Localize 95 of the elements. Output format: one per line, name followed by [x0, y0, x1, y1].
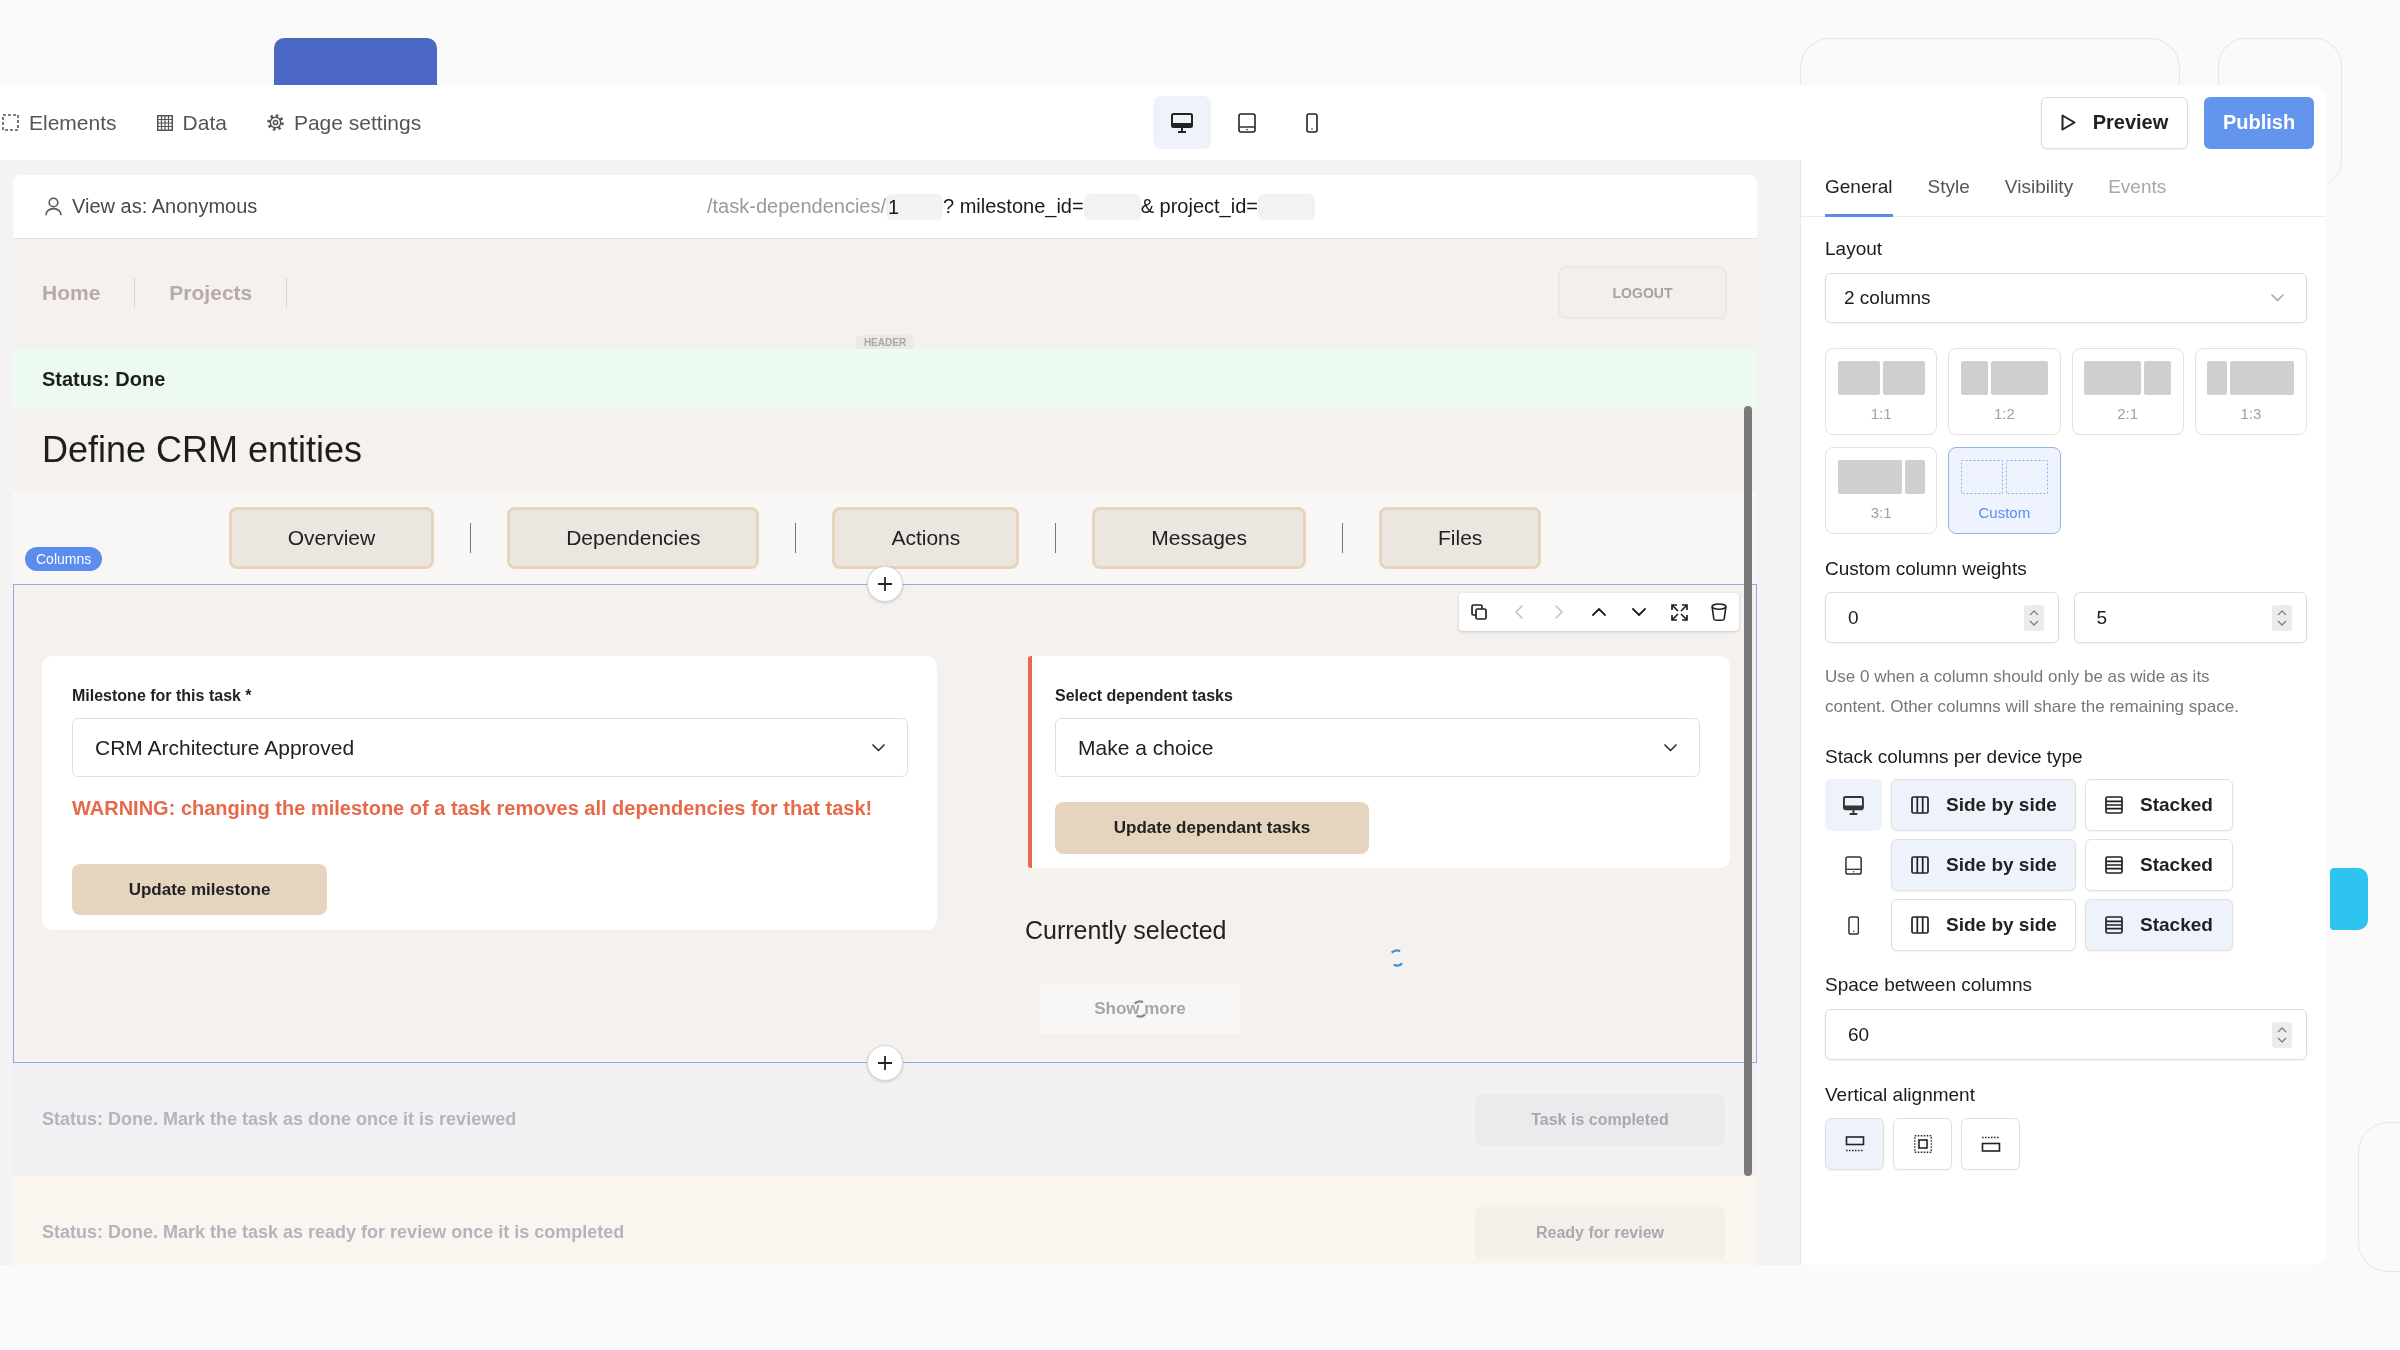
column-blocks-icon — [1837, 460, 1925, 494]
column-blocks-icon — [2084, 361, 2172, 395]
field-label: Select dependent tasks — [1055, 686, 1234, 706]
chevron-down-icon — [1664, 743, 1677, 752]
inspector-tab[interactable]: General — [1825, 160, 1893, 217]
url-param-label: & project_id= — [1140, 195, 1258, 218]
select-field[interactable]: CRM Architecture Approved — [72, 718, 908, 777]
layout-option[interactable]: Stacked — [2085, 779, 2233, 831]
desktop-icon — [1171, 112, 1193, 133]
element-type-badge: Columns — [25, 547, 103, 571]
warning-text: WARNING: changing the milestone of a task removes all dependencies for that task! — [72, 797, 874, 819]
loading-spinner-icon — [1388, 949, 1406, 967]
alignment-option[interactable] — [1825, 1118, 1884, 1170]
field-label: Milestone for this task * — [72, 686, 253, 706]
expand-icon[interactable] — [1670, 603, 1688, 621]
person-icon — [45, 197, 62, 216]
rows-icon — [2105, 796, 2123, 814]
stepper-arrows-icon[interactable] — [2272, 604, 2292, 631]
toolbar-item[interactable]: Data — [156, 110, 227, 135]
layout-option[interactable]: Side by side — [1891, 899, 2076, 951]
update-button[interactable]: Update dependant tasks — [1055, 802, 1369, 854]
layout-option[interactable]: Side by side — [1891, 839, 2076, 891]
section-label: Layout — [1825, 237, 1884, 261]
align-bottom-icon — [1980, 1136, 2001, 1152]
gear-icon — [266, 114, 284, 131]
number-field[interactable]: 5 — [2073, 592, 2307, 643]
section-label: Custom column weights — [1825, 557, 2028, 581]
url-path: /task-dependencies/ — [707, 195, 886, 218]
url-param-label: ? milestone_id= — [943, 195, 1084, 218]
add-button[interactable] — [867, 1045, 903, 1081]
page-tab[interactable]: Files — [1379, 506, 1542, 569]
tablet-icon — [1844, 855, 1863, 875]
toolbar-item[interactable]: Page settings — [266, 110, 422, 135]
section-label: Stack columns per device type — [1825, 745, 2084, 769]
page-tab[interactable]: Actions — [832, 506, 1020, 569]
page-tab[interactable]: Overview — [228, 506, 435, 569]
play-icon — [2060, 114, 2076, 131]
inspector-tab[interactable]: Visibility — [2004, 160, 2074, 217]
section-label: Space between columns — [1825, 973, 2033, 997]
columns-icon — [1911, 856, 1929, 874]
tablet-icon — [1238, 112, 1256, 133]
url-param-field[interactable]: 1 — [886, 193, 943, 220]
dashed-square-icon — [2, 114, 19, 131]
desktop-icon — [1843, 795, 1864, 815]
stepper-arrows-icon[interactable] — [2272, 1021, 2292, 1048]
help-text: Use 0 when a column should only be as wide as its content. Other columns will share the remaining space. — [1825, 666, 2240, 718]
section-heading: Currently selected — [1025, 915, 1227, 945]
select-field[interactable]: 2 columns — [1825, 273, 2307, 323]
device-toggle[interactable] — [1153, 96, 1211, 149]
phone-icon — [1306, 112, 1318, 133]
trash-icon[interactable] — [1711, 603, 1727, 621]
align-middle-icon — [1913, 1135, 1932, 1153]
status-banner: Status: Done — [13, 349, 1757, 409]
phone-icon — [1847, 915, 1860, 935]
add-button[interactable] — [867, 566, 903, 602]
column-blocks-icon — [1837, 361, 1925, 395]
rows-icon — [2105, 916, 2123, 934]
layout-option[interactable]: Stacked — [2085, 899, 2233, 951]
alignment-option[interactable] — [1961, 1118, 2020, 1170]
preview-button[interactable]: Preview — [2041, 96, 2188, 149]
chevron-down-icon — [872, 743, 885, 752]
alignment-option[interactable] — [1893, 1118, 1952, 1170]
number-field[interactable]: 60 — [1825, 1009, 2307, 1060]
page-tab[interactable]: Messages — [1092, 506, 1306, 569]
select-field[interactable]: Make a choice — [1055, 718, 1700, 777]
plus-icon — [877, 576, 893, 592]
device-tab[interactable] — [1825, 779, 1882, 831]
inspector-tab[interactable]: Style — [1927, 160, 1970, 217]
view-as-selector[interactable]: View as: Anonymous — [45, 195, 258, 218]
status-text: Status: Done. Mark the task as done once it is reviewed — [42, 1109, 517, 1130]
number-field[interactable]: 0 — [1825, 592, 2059, 643]
scrollbar-thumb[interactable] — [1744, 406, 1752, 1176]
copy-icon[interactable] — [1471, 604, 1487, 620]
section-tag: HEADER — [855, 335, 915, 349]
status-text: Status: Done. Mark the task as ready for review once it is completed — [42, 1222, 625, 1243]
grid-icon — [156, 114, 173, 131]
chevron-down-icon[interactable] — [1632, 608, 1646, 616]
column-blocks-icon — [1960, 361, 2048, 395]
update-button[interactable]: Update milestone — [72, 864, 327, 915]
layout-option[interactable]: Stacked — [2085, 839, 2233, 891]
page-tab[interactable]: Dependencies — [507, 506, 760, 569]
stepper-arrows-icon[interactable] — [2023, 604, 2044, 631]
section-label: Vertical alignment — [1825, 1083, 1976, 1107]
dashed-columns-icon — [1960, 460, 2048, 494]
column-blocks-icon — [2207, 361, 2295, 395]
rows-icon — [2105, 856, 2123, 874]
columns-icon — [1911, 796, 1929, 814]
layout-option[interactable]: Side by side — [1891, 779, 2076, 831]
chevron-down-icon — [2271, 294, 2284, 302]
chevron-up-icon[interactable] — [1592, 608, 1606, 616]
plus-icon — [877, 1055, 893, 1071]
columns-icon — [1911, 916, 1929, 934]
page-title: Define CRM entities — [41, 428, 364, 472]
align-top-icon — [1844, 1136, 1865, 1152]
toolbar-item[interactable]: Elements — [2, 110, 117, 135]
